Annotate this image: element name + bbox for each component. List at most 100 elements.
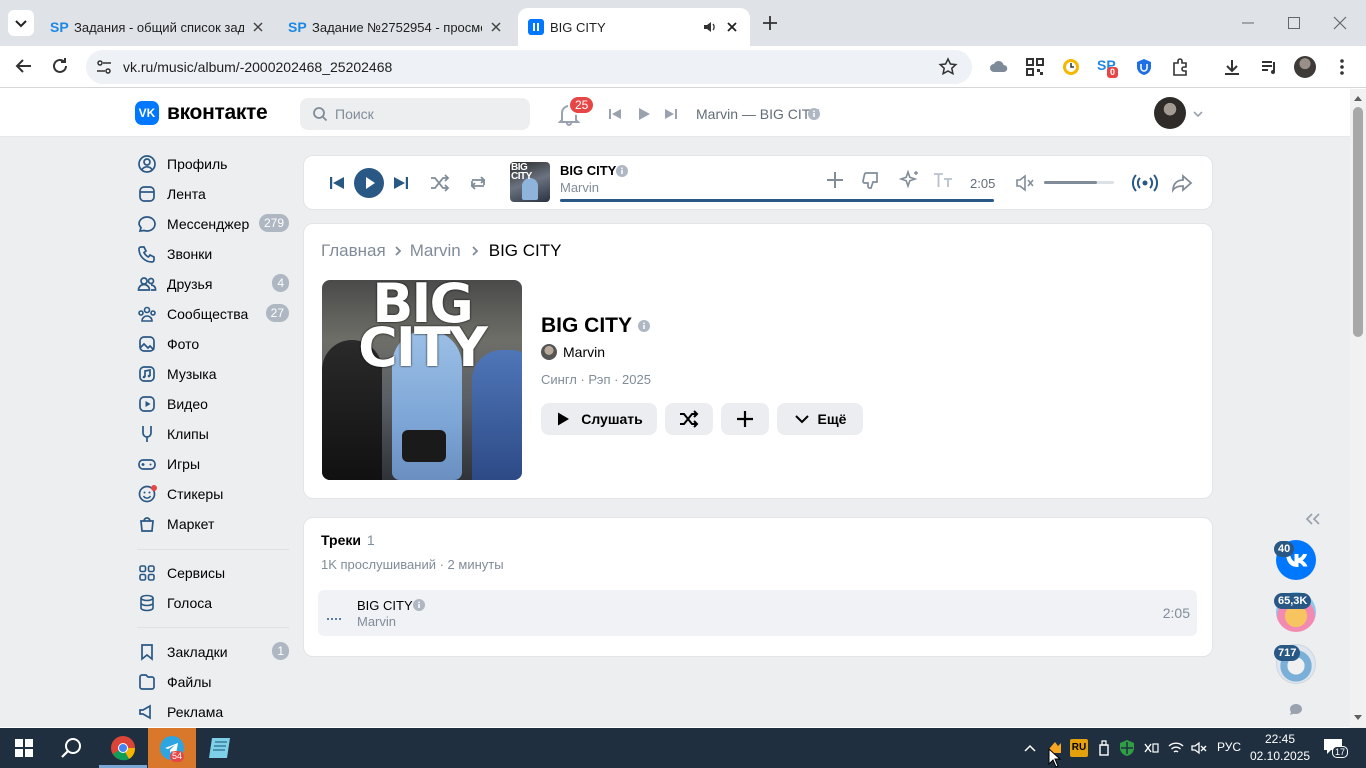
browser-tab-active[interactable]: BIG CITY — [518, 8, 750, 46]
nav-stickers[interactable]: Стикеры — [137, 481, 289, 507]
header-track-title[interactable]: Marvin — BIG CITY — [696, 106, 820, 122]
browser-tab[interactable]: SP Задание №2752954 - просмо — [278, 8, 514, 46]
extensions-puzzle-icon[interactable] — [1170, 57, 1190, 77]
nav-communities[interactable]: Сообщества 27 — [137, 301, 289, 327]
album-artist[interactable]: Marvin — [563, 344, 605, 360]
player-track-artist[interactable]: Marvin — [560, 180, 599, 195]
download-icon[interactable] — [1222, 57, 1242, 77]
address-bar[interactable]: vk.ru/music/album/-2000202468_25202468 — [86, 50, 972, 84]
nav-votes[interactable]: Голоса — [137, 590, 289, 616]
clock[interactable]: 22:45 02.10.2025 — [1250, 731, 1310, 765]
search-input[interactable]: Поиск — [300, 98, 530, 130]
share-icon[interactable] — [1171, 172, 1193, 194]
telegram-taskbar-app[interactable]: 54 — [148, 728, 196, 768]
new-tab-icon[interactable] — [760, 13, 780, 33]
nav-files[interactable]: Файлы — [137, 669, 289, 695]
media-control-icon[interactable] — [1259, 57, 1279, 77]
tray-lang-indicator[interactable]: RU — [1070, 739, 1088, 757]
lyrics-icon[interactable] — [932, 169, 954, 191]
maximize-icon[interactable] — [1286, 15, 1302, 31]
prev-track-icon[interactable] — [328, 174, 346, 192]
dislike-icon[interactable] — [861, 170, 881, 190]
broadcast-icon[interactable] — [1132, 172, 1158, 194]
minimize-icon[interactable] — [1240, 15, 1256, 31]
notes-taskbar-app[interactable] — [197, 728, 245, 768]
nav-ads[interactable]: Реклама — [137, 699, 289, 725]
nav-clips[interactable]: Клипы — [137, 421, 289, 447]
windows-start-icon[interactable] — [14, 738, 34, 758]
shuffle-icon[interactable] — [429, 172, 451, 194]
nav-feed[interactable]: Лента — [137, 181, 289, 207]
add-album-button[interactable] — [721, 403, 769, 435]
defender-icon[interactable] — [1118, 739, 1136, 757]
vk-logo[interactable]: VK вконтакте — [135, 101, 268, 125]
menu-dots-icon[interactable] — [1332, 57, 1352, 77]
chrome-taskbar-app[interactable] — [99, 728, 147, 768]
nav-music[interactable]: Музыка — [137, 361, 289, 387]
chevron-down-icon[interactable] — [1192, 108, 1204, 120]
chat-bubble-icon[interactable] — [1288, 702, 1304, 718]
volume-slider[interactable] — [1044, 181, 1114, 184]
breadcrumb-artist[interactable]: Marvin — [410, 241, 461, 261]
input-language[interactable]: РУС — [1217, 740, 1241, 754]
track-row[interactable]: BIG CITY Marvin 2:05 — [318, 590, 1197, 636]
qr-code-icon[interactable] — [1025, 57, 1045, 77]
add-icon[interactable] — [825, 170, 845, 190]
more-button[interactable]: Ещё — [777, 403, 863, 435]
nav-friends[interactable]: Друзья 4 — [137, 271, 289, 297]
nav-bookmarks[interactable]: Закладки 1 — [137, 639, 289, 665]
breadcrumb-home[interactable]: Главная — [321, 241, 386, 261]
keyboard-icon[interactable] — [1142, 739, 1160, 757]
wifi-icon[interactable] — [1167, 739, 1185, 757]
volume-muted-icon[interactable] — [1190, 739, 1208, 757]
player-track-title[interactable]: BIG CITY — [560, 163, 616, 178]
back-icon[interactable] — [14, 56, 34, 76]
scrollbar-thumb[interactable] — [1353, 107, 1363, 337]
nav-profile[interactable]: Профиль — [137, 151, 289, 177]
album-artist-row[interactable]: Marvin — [541, 344, 605, 360]
notifications-button[interactable]: 25 — [556, 95, 596, 129]
action-center-button[interactable]: 17 — [1322, 736, 1349, 760]
nav-messenger[interactable]: Мессенджер 279 — [137, 211, 289, 237]
collapse-chevrons-icon[interactable] — [1304, 512, 1322, 526]
close-icon[interactable] — [250, 19, 266, 35]
header-play-icon[interactable] — [636, 106, 652, 122]
tray-overflow-icon[interactable] — [1022, 740, 1038, 758]
nav-video[interactable]: Видео — [137, 391, 289, 417]
cloud-extension-icon[interactable] — [989, 57, 1009, 77]
speaker-icon[interactable] — [702, 19, 718, 35]
scroll-up-icon[interactable] — [1353, 94, 1363, 102]
header-prev-icon[interactable] — [607, 106, 623, 122]
nav-market[interactable]: Маркет — [137, 511, 289, 537]
nav-photo[interactable]: Фото — [137, 331, 289, 357]
listen-button[interactable]: Слушать — [541, 403, 657, 435]
header-next-icon[interactable] — [663, 106, 679, 122]
close-icon[interactable] — [724, 19, 740, 35]
tab-search-button[interactable] — [8, 10, 34, 36]
user-avatar[interactable] — [1154, 97, 1186, 129]
nav-services[interactable]: Сервисы — [137, 560, 289, 586]
scroll-down-icon[interactable] — [1353, 714, 1363, 722]
search-icon[interactable] — [60, 736, 84, 760]
close-window-icon[interactable] — [1332, 15, 1348, 31]
profile-avatar[interactable] — [1294, 56, 1316, 78]
shuffle-button[interactable] — [665, 403, 713, 435]
nav-calls[interactable]: Звонки — [137, 241, 289, 267]
scrollbar[interactable] — [1350, 89, 1366, 728]
close-icon[interactable] — [488, 19, 504, 35]
shield-extension-icon[interactable] — [1134, 57, 1154, 77]
next-track-icon[interactable] — [392, 174, 410, 192]
browser-tab[interactable]: SP Задания - общий список зада — [40, 8, 276, 46]
progress-track[interactable] — [560, 199, 994, 202]
recommendations-sparkle-icon[interactable] — [899, 169, 921, 191]
bookmark-star-icon[interactable] — [938, 57, 958, 77]
nav-games[interactable]: Игры — [137, 451, 289, 477]
site-info-icon[interactable] — [95, 58, 113, 76]
track-artist[interactable]: Marvin — [357, 614, 396, 629]
track-title[interactable]: BIG CITY — [357, 598, 413, 613]
sp-extension[interactable]: SP 0 — [1097, 57, 1119, 79]
timer-extension-icon[interactable] — [1061, 57, 1081, 77]
volume-icon[interactable] — [1015, 173, 1035, 193]
reload-icon[interactable] — [50, 56, 70, 76]
play-pause-button[interactable] — [354, 168, 384, 198]
